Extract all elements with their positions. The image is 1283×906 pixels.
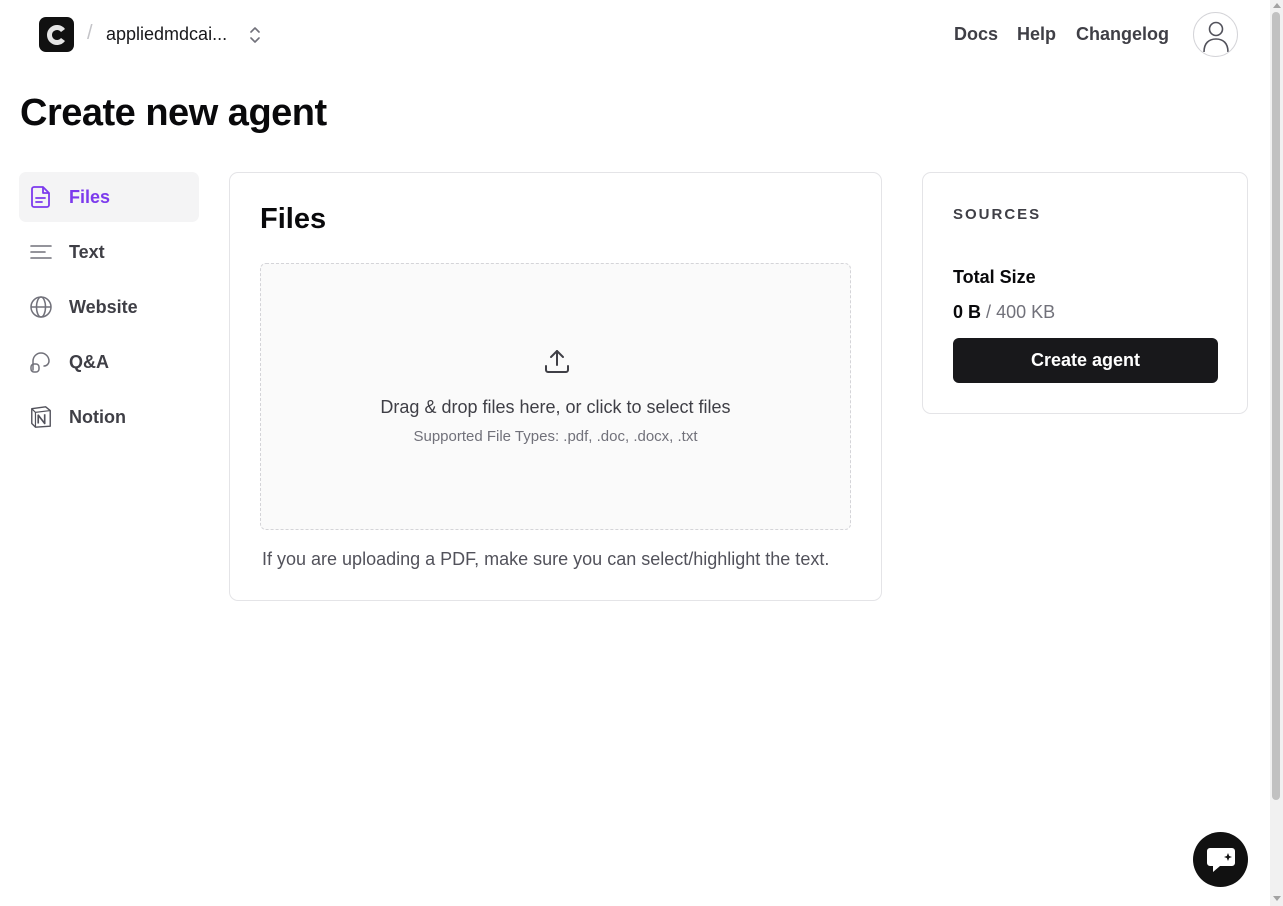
scroll-down-arrow-icon[interactable] xyxy=(1273,896,1281,901)
sidebar-item-label: Website xyxy=(69,296,138,317)
chevron-up-down-icon[interactable] xyxy=(246,25,264,45)
file-icon xyxy=(29,185,53,209)
size-separator: / xyxy=(986,302,992,322)
sidebar-item-label: Q&A xyxy=(69,351,109,372)
notion-icon xyxy=(29,405,53,429)
pdf-note: If you are uploading a PDF, make sure yo… xyxy=(262,549,830,569)
breadcrumb-separator: / xyxy=(87,22,93,44)
sidebar-item-files[interactable]: Files xyxy=(19,172,199,222)
page-title: Create new agent xyxy=(20,92,327,134)
sidebar-item-text[interactable]: Text xyxy=(19,227,199,277)
sidebar-item-label: Notion xyxy=(69,406,126,427)
sidebar-item-website[interactable]: Website xyxy=(19,282,199,332)
changelog-link[interactable]: Changelog xyxy=(1076,24,1169,45)
sidebar-item-qa[interactable]: Q&A xyxy=(19,337,199,387)
size-limit: 400 KB xyxy=(996,302,1056,322)
upload-icon xyxy=(542,346,572,376)
dropzone-instructions: Drag & drop files here, or click to sele… xyxy=(380,397,731,417)
supported-file-types: Supported File Types: .pdf, .doc, .docx,… xyxy=(413,428,698,445)
panel-title: Files xyxy=(260,203,327,235)
app-logo[interactable] xyxy=(39,17,74,52)
files-panel: Files Drag & drop files here, or click t… xyxy=(229,172,882,601)
help-link[interactable]: Help xyxy=(1017,24,1056,45)
logo-c-icon xyxy=(46,24,65,45)
globe-icon xyxy=(29,295,53,319)
total-size-label: Total Size xyxy=(953,267,1036,287)
avatar[interactable] xyxy=(1193,12,1238,57)
total-size-value: 0 B / 400 KB xyxy=(953,302,1055,323)
create-agent-button[interactable]: Create agent xyxy=(953,338,1218,383)
text-lines-icon xyxy=(29,240,53,264)
page-scrollbar[interactable] xyxy=(1270,0,1283,906)
scroll-up-arrow-icon[interactable] xyxy=(1273,3,1281,8)
sidebar-item-notion[interactable]: Notion xyxy=(19,392,199,442)
sources-heading: SOURCES xyxy=(953,206,1042,223)
sources-panel: SOURCES Total Size 0 B / 400 KB Create a… xyxy=(922,172,1248,414)
chat-icon xyxy=(1206,847,1235,872)
file-dropzone[interactable]: Drag & drop files here, or click to sele… xyxy=(260,263,851,530)
source-type-nav: Files Text Website Q&A Notion xyxy=(19,172,199,447)
chat-qa-icon xyxy=(29,350,53,374)
sidebar-item-label: Text xyxy=(69,241,105,262)
top-bar: / appliedmdcai... Docs Help Changelog xyxy=(0,0,1270,70)
user-icon xyxy=(1202,21,1229,52)
chat-widget-button[interactable] xyxy=(1193,832,1248,887)
sidebar-item-label: Files xyxy=(69,186,111,207)
scroll-thumb[interactable] xyxy=(1272,12,1280,800)
size-used: 0 B xyxy=(953,302,982,322)
docs-link[interactable]: Docs xyxy=(954,24,998,45)
team-name[interactable]: appliedmdcai... xyxy=(106,24,227,45)
